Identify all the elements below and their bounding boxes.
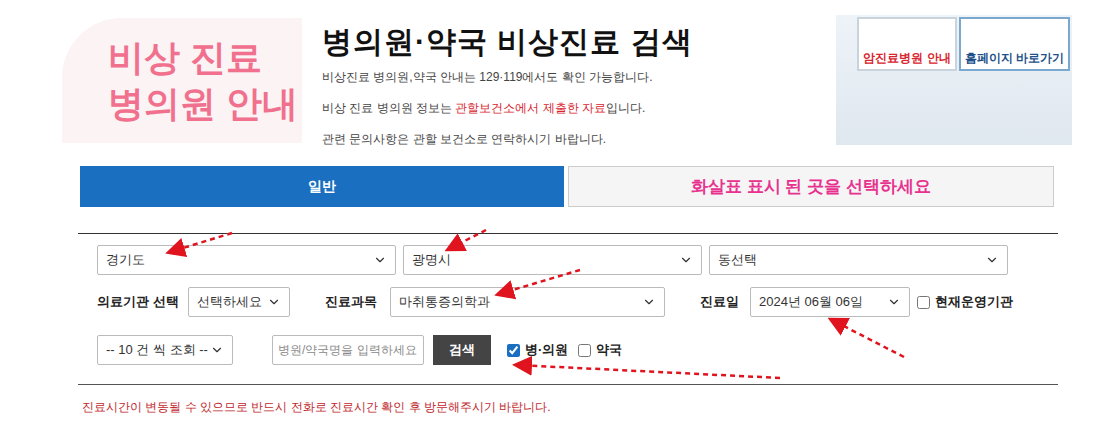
- institution-select[interactable]: 선택하세요: [188, 287, 290, 317]
- tab[interactable]: 일반: [80, 166, 564, 207]
- logo: 비상 진료병의원 안내: [62, 18, 302, 143]
- region-row: 경기도광명시동선택: [97, 245, 1058, 275]
- open-now-checkbox[interactable]: 현재운영기관: [917, 292, 1013, 312]
- checkbox[interactable]: [917, 296, 930, 309]
- banner-link[interactable]: 암진료병원 안내: [857, 17, 956, 71]
- banner-link[interactable]: 홈페이지 바로가기: [959, 17, 1070, 71]
- logo-text: 병의원 안내: [108, 81, 302, 127]
- region-select[interactable]: 경기도: [97, 245, 396, 275]
- type-checkbox[interactable]: 약국: [578, 340, 622, 360]
- department-label: 진료과목: [325, 292, 390, 312]
- region-select[interactable]: 광명시: [403, 245, 702, 275]
- page-size-select[interactable]: -- 10 건 씩 조회 --: [97, 335, 233, 365]
- tabs: 일반화살표 표시 된 곳을 선택하세요: [80, 166, 1054, 207]
- tab[interactable]: 화살표 표시 된 곳을 선택하세요: [568, 166, 1054, 207]
- chevron-down-icon: [210, 343, 224, 357]
- date-select[interactable]: 2024년 06월 06일: [750, 287, 910, 317]
- checkbox[interactable]: [578, 344, 591, 357]
- chevron-down-icon: [267, 295, 281, 309]
- info-line: 관련 문의사항은 관할 보건소로 연락하시기 바랍니다.: [322, 130, 693, 149]
- region-select[interactable]: 동선택: [709, 245, 1008, 275]
- chevron-down-icon: [373, 253, 387, 267]
- search-input[interactable]: [272, 335, 424, 365]
- info-line: 비상 진료 병의원 정보는 관할보건소에서 제출한 자료입니다.: [322, 99, 693, 118]
- notice: 진료시간이 변동될 수 있으므로 반드시 전화로 진료시간 확인 후 방문해주시…: [82, 398, 1120, 416]
- department-select[interactable]: 마취통증의학과: [390, 287, 665, 317]
- header: 비상 진료병의원 안내병의원·약국 비상진료 검색비상진료 병의원,약국 안내는…: [0, 0, 1120, 157]
- chevron-down-icon: [985, 253, 999, 267]
- search-form: 경기도광명시동선택의료기관 선택선택하세요 진료과목마취통증의학과 진료일2024년…: [78, 233, 1058, 385]
- header-info: 병의원·약국 비상진료 검색비상진료 병의원,약국 안내는 129·119에서도…: [322, 0, 693, 157]
- logo-text: 비상 진료: [108, 35, 302, 81]
- page: 비상 진료병의원 안내병의원·약국 비상진료 검색비상진료 병의원,약국 안내는…: [0, 0, 1120, 424]
- date-label: 진료일: [700, 292, 750, 312]
- banner: 암진료병원 안내홈페이지 바로가기: [836, 15, 1072, 145]
- institution-label: 의료기관 선택: [97, 292, 188, 312]
- chevron-down-icon: [887, 295, 901, 309]
- chevron-down-icon: [679, 253, 693, 267]
- annotation-arrows-icon: [0, 0, 1120, 424]
- type-checkbox[interactable]: 병·의원: [507, 340, 568, 360]
- chevron-down-icon: [642, 295, 656, 309]
- search-button[interactable]: 검색: [433, 335, 491, 365]
- checkbox[interactable]: [507, 344, 520, 357]
- page-title: 병의원·약국 비상진료 검색: [322, 22, 693, 62]
- filter-row: 의료기관 선택선택하세요 진료과목마취통증의학과 진료일2024년 06월 06일 현…: [97, 287, 1058, 317]
- search-row: -- 10 건 씩 조회 -- 검색 병·의원 약국: [97, 335, 1058, 365]
- info-line: 비상진료 병의원,약국 안내는 129·119에서도 확인 가능합니다.: [322, 68, 693, 87]
